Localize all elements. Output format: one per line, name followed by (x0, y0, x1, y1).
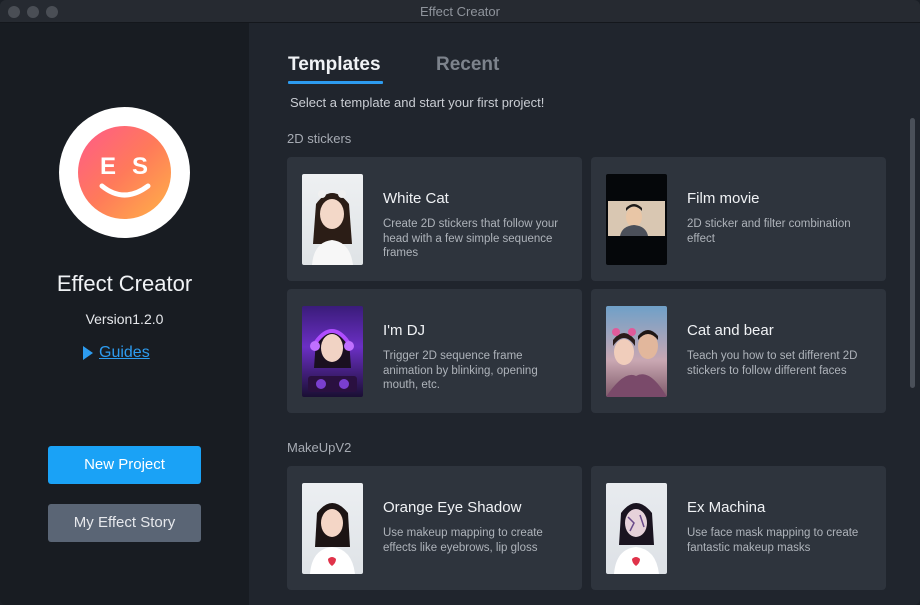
play-icon (83, 346, 93, 360)
man-film-frame-photo-icon (606, 174, 667, 265)
new-project-button[interactable]: New Project (48, 446, 201, 484)
section-label-makeupv2: MakeUpV2 (287, 440, 352, 455)
template-title: Orange Eye Shadow (383, 499, 522, 516)
template-description: Teach you how to set different 2D sticke… (687, 350, 858, 377)
template-title: Ex Machina (687, 499, 766, 516)
active-tab-indicator (288, 81, 383, 84)
my-effect-story-button[interactable]: My Effect Story (48, 504, 201, 542)
couple-stickers-photo-icon (606, 306, 667, 397)
tab-recent[interactable]: Recent (436, 54, 499, 76)
template-card-white-cat[interactable]: White Cat Create 2D stickers that follow… (287, 157, 582, 281)
tab-templates[interactable]: Templates (288, 54, 381, 76)
template-card-film-movie[interactable]: Film movie 2D sticker and filter combina… (591, 157, 886, 281)
window-title: Effect Creator (420, 4, 500, 19)
template-card-im-dj[interactable]: I'm DJ Trigger 2D sequence frame animati… (287, 289, 582, 413)
template-card-cat-and-bear[interactable]: Cat and bear Teach you how to set differ… (591, 289, 886, 413)
app-window: Effect Creator E S Effect Creator Versio… (0, 0, 920, 605)
app-name: Effect Creator (56, 271, 193, 296)
app-version: Version1.2.0 (85, 311, 164, 327)
templates-panel: Templates Recent Select a template and s… (249, 23, 920, 605)
template-description: Trigger 2D sequence frame animation by b… (383, 350, 538, 391)
template-title: I'm DJ (383, 322, 426, 339)
template-title: Cat and bear (687, 322, 774, 339)
girl-cat-ears-photo-icon (302, 174, 363, 265)
template-title: Film movie (687, 190, 760, 207)
template-card-ex-machina[interactable]: Ex Machina Use face mask mapping to crea… (591, 466, 886, 590)
template-description: 2D sticker and filter combination effect (687, 218, 851, 245)
girl-makeup-photo-icon (302, 483, 363, 574)
subtitle: Select a template and start your first p… (290, 95, 545, 110)
app-logo: E S (59, 107, 190, 238)
section-label-2d-stickers: 2D stickers (287, 131, 352, 146)
smiley-logo-icon: E S (78, 126, 171, 219)
guides-label: Guides (99, 344, 150, 361)
sidebar: E S Effect Creator Version1.2.0 Guides N… (0, 23, 249, 605)
guides-link[interactable]: Guides (83, 343, 150, 363)
girl-face-mask-photo-icon (606, 483, 667, 574)
template-card-orange-eye-shadow[interactable]: Orange Eye Shadow Use makeup mapping to … (287, 466, 582, 590)
title-bar: Effect Creator (0, 0, 920, 23)
template-description: Use face mask mapping to create fantasti… (687, 527, 859, 554)
svg-text:S: S (132, 153, 148, 180)
vertical-scrollbar[interactable] (910, 118, 915, 388)
template-description: Create 2D stickers that follow your head… (383, 218, 559, 259)
girl-headphones-dj-photo-icon (302, 306, 363, 397)
template-title: White Cat (383, 190, 449, 207)
svg-text:E: E (100, 153, 116, 180)
template-description: Use makeup mapping to create effects lik… (383, 527, 543, 554)
